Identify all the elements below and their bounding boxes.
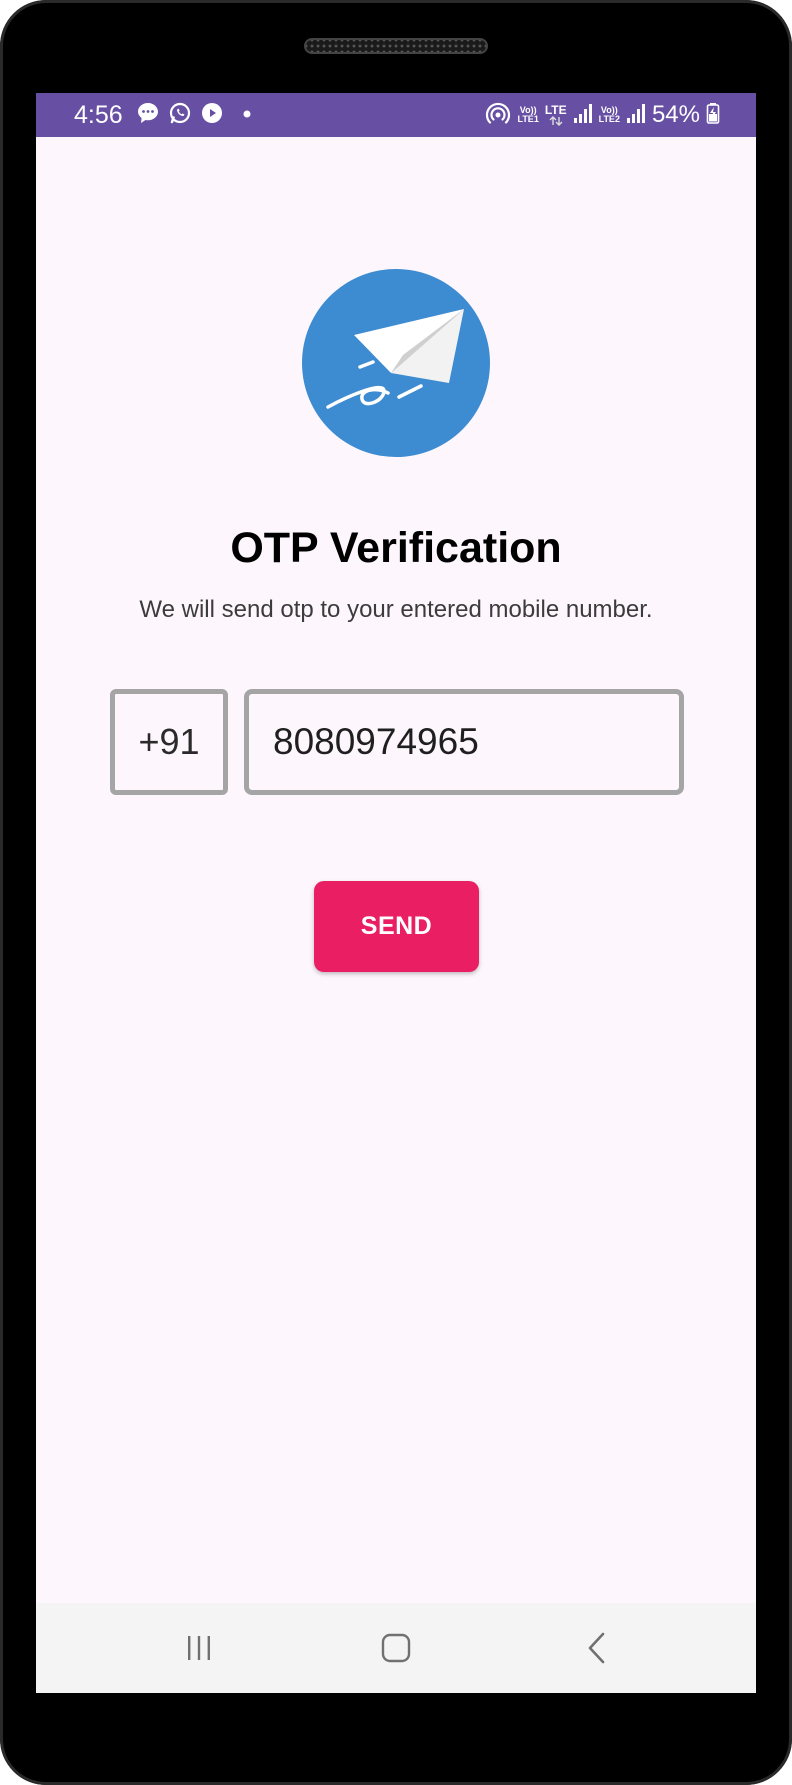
phone-frame: 4:56 Vo)) LTE1 LTE Vo)) LTE2 54% OTP Ver… xyxy=(0,0,792,1785)
recent-apps-icon xyxy=(188,1636,210,1660)
status-time: 4:56 xyxy=(74,101,123,129)
battery-percentage: 54% xyxy=(651,101,700,128)
sim1-lte-label: LTE1 xyxy=(517,114,539,124)
dot-icon xyxy=(242,106,252,124)
page-subtitle: We will send otp to your entered mobile … xyxy=(139,596,653,623)
hotspot-icon xyxy=(485,100,511,131)
sim2-volte-indicator: Vo)) LTE2 xyxy=(599,106,620,124)
sim2-lte-label: LTE2 xyxy=(598,114,620,124)
country-code-field[interactable]: +91 xyxy=(110,689,228,795)
signal-icon xyxy=(573,102,593,129)
back-icon xyxy=(588,1632,605,1664)
whatsapp-icon xyxy=(168,101,192,130)
app-logo xyxy=(302,269,490,457)
home-button[interactable] xyxy=(351,1603,441,1693)
chat-icon xyxy=(136,101,160,130)
send-button[interactable]: SEND xyxy=(314,881,479,972)
data-activity-indicator: LTE xyxy=(545,104,567,126)
notification-icons xyxy=(136,101,252,130)
recent-apps-button[interactable] xyxy=(154,1603,244,1693)
system-icons: Vo)) LTE1 LTE Vo)) LTE2 54% xyxy=(485,101,720,129)
home-icon xyxy=(381,1633,411,1663)
battery-charging-icon xyxy=(706,102,720,129)
youtube-icon xyxy=(200,101,224,130)
screen: 4:56 Vo)) LTE1 LTE Vo)) LTE2 54% OTP Ver… xyxy=(36,93,756,1693)
data-arrows-icon xyxy=(549,116,563,126)
status-bar: 4:56 Vo)) LTE1 LTE Vo)) LTE2 54% xyxy=(36,93,756,137)
phone-number-input[interactable] xyxy=(244,689,684,795)
paper-plane-icon xyxy=(302,269,490,457)
page-title: OTP Verification xyxy=(230,524,562,572)
back-button[interactable] xyxy=(552,1603,642,1693)
earpiece-speaker xyxy=(304,38,488,54)
signal-icon xyxy=(626,102,646,129)
lte-label: LTE xyxy=(544,103,567,117)
navigation-bar xyxy=(36,1603,756,1693)
sim1-volte-indicator: Vo)) LTE1 xyxy=(517,106,538,124)
